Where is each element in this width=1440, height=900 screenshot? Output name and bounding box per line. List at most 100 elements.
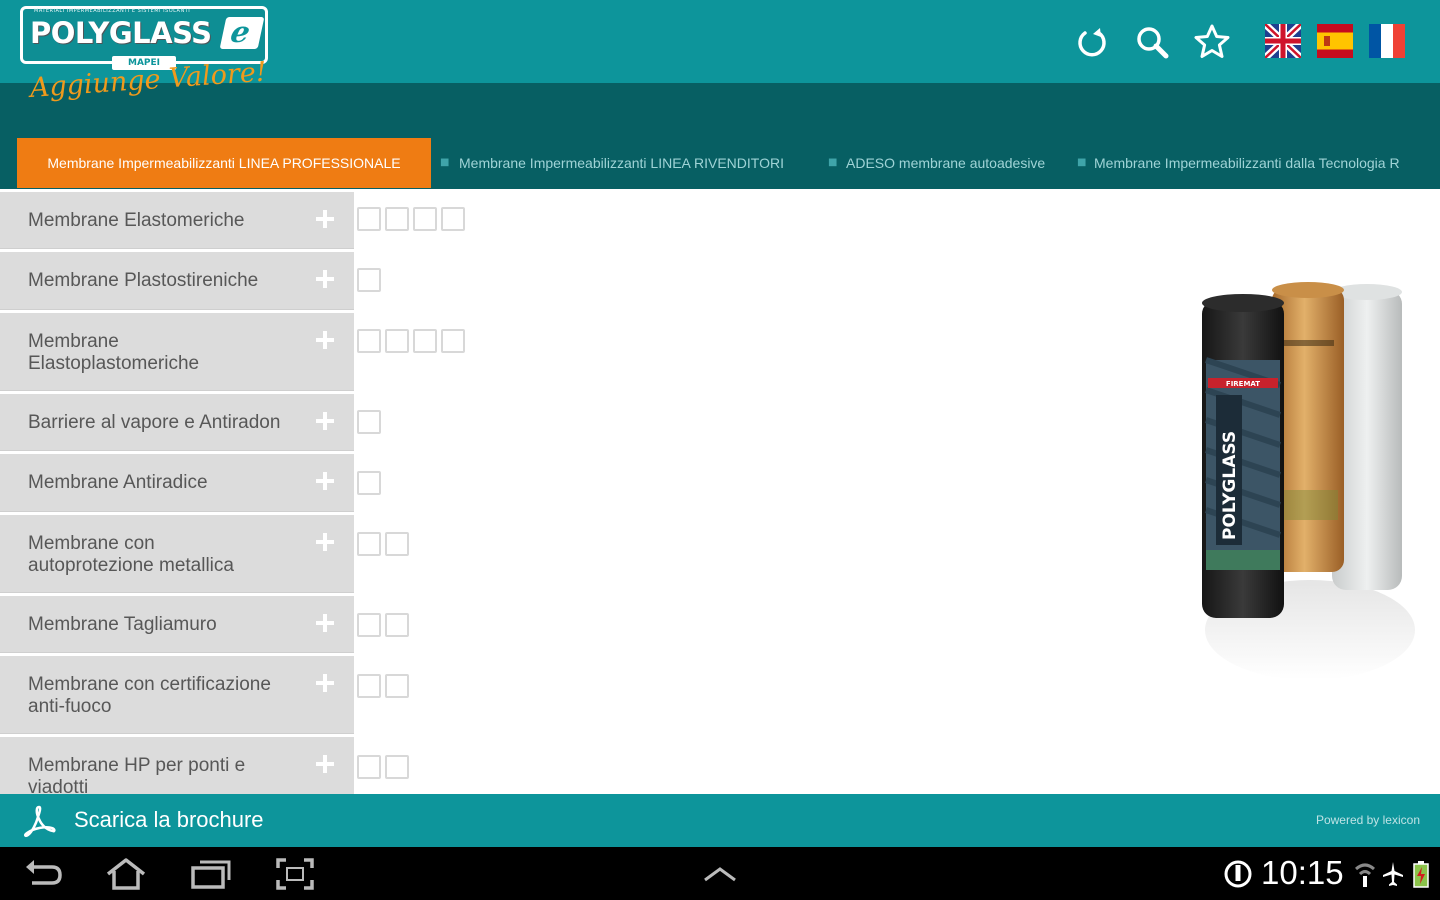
chevron-up-icon (704, 867, 736, 882)
mark-box (357, 613, 381, 637)
tab-separator: ■ (828, 157, 838, 168)
category-label: Membrane con certificazione anti-fuoco (28, 674, 271, 717)
mark-box (357, 755, 381, 779)
category-marks (357, 674, 409, 702)
wifi-signal-icon (1355, 863, 1375, 887)
powered-by-lexicon: Powered by lexicon (1315, 813, 1420, 827)
expand-plus-icon[interactable] (315, 209, 335, 229)
screenshot-icon (276, 858, 314, 890)
expand-plus-icon[interactable] (315, 532, 335, 552)
search-icon (1137, 27, 1169, 59)
logo-e-mark: e (219, 15, 265, 49)
category-label: Membrane HP per ponti e viadotti (28, 755, 246, 794)
battery-charging-icon (1413, 861, 1429, 888)
category-label: Membrane con autoprotezione metallica (28, 533, 234, 576)
expand-plus-icon[interactable] (315, 269, 335, 289)
mark-box (357, 329, 381, 353)
mark-box (385, 329, 409, 353)
expand-plus-icon[interactable] (315, 673, 335, 693)
category-list: Membrane Elastomeriche Membrane Plastost… (0, 189, 354, 794)
category-item[interactable]: Membrane Antiradice (0, 454, 354, 512)
expand-plus-icon[interactable] (315, 754, 335, 774)
back-icon (26, 860, 62, 885)
pdf-icon[interactable] (22, 804, 56, 838)
usb-debug-icon (1224, 860, 1252, 888)
system-navigation-bar: 10:15 (0, 847, 1440, 900)
category-label: Membrane Tagliamuro (28, 614, 217, 635)
category-marks (357, 471, 381, 499)
refresh-button[interactable] (1072, 22, 1112, 62)
back-button[interactable] (22, 857, 64, 891)
category-item[interactable]: Membrane HP per ponti e viadotti (0, 737, 354, 794)
mark-box (441, 207, 465, 231)
favorites-star-icon (1194, 24, 1230, 58)
product-rolls-image: FIREMAT POLYGLASS (1180, 270, 1420, 690)
tab-separator: ■ (440, 157, 450, 168)
screenshot-button[interactable] (274, 857, 316, 891)
category-label: Barriere al vapore e Antiradon (28, 412, 281, 433)
status-clock: 10:15 (1261, 854, 1344, 891)
expand-plus-icon[interactable] (315, 411, 335, 431)
refresh-icon (1078, 28, 1106, 57)
uk-flag-icon (1265, 24, 1301, 58)
category-item[interactable]: Membrane con autoprotezione metallica (0, 515, 354, 593)
download-brochure-link[interactable]: Scarica la brochure (74, 807, 264, 833)
recent-apps-icon (191, 860, 231, 889)
category-item[interactable]: Membrane Plastostireniche (0, 252, 354, 310)
category-item[interactable]: Membrane Elastoplastomeriche (0, 313, 354, 391)
category-label: Membrane Antiradice (28, 472, 208, 493)
category-tabs: Membrane Impermeabilizzanti LINEA PROFES… (0, 138, 1440, 189)
recent-apps-button[interactable] (190, 857, 232, 891)
mark-box (441, 329, 465, 353)
airplane-mode-icon (1383, 862, 1403, 886)
mark-box (357, 207, 381, 231)
app-drawer-handle[interactable] (699, 857, 741, 891)
category-marks (357, 329, 465, 357)
tab-tecnologia[interactable]: Membrane Impermeabilizzanti dalla Tecnol… (1094, 138, 1440, 188)
expand-plus-icon[interactable] (315, 471, 335, 491)
home-icon (106, 858, 146, 890)
category-marks (357, 755, 409, 783)
category-marks (357, 268, 381, 296)
logo-tagline: MATERIALI IMPERMEABILIZZANTI E SISTEMI I… (34, 8, 191, 14)
category-item[interactable]: Membrane con certificazione anti-fuoco (0, 656, 354, 734)
tab-linea-professionale[interactable]: Membrane Impermeabilizzanti LINEA PROFES… (17, 138, 431, 188)
category-label: Membrane Plastostireniche (28, 270, 259, 291)
category-marks (357, 613, 409, 641)
mark-box (357, 268, 381, 292)
category-marks (357, 410, 381, 438)
home-button[interactable] (105, 857, 147, 891)
mark-box (357, 674, 381, 698)
tab-linea-rivenditori[interactable]: Membrane Impermeabilizzanti LINEA RIVEND… (459, 138, 784, 188)
mark-box (357, 410, 381, 434)
brochure-bar: Scarica la brochure Powered by lexicon (0, 794, 1440, 847)
expand-plus-icon[interactable] (315, 613, 335, 633)
mark-box (413, 329, 437, 353)
svg-text:POLYGLASS: POLYGLASS (1220, 431, 1240, 540)
mark-box (385, 207, 409, 231)
mark-box (413, 207, 437, 231)
favorites-button[interactable] (1192, 22, 1232, 62)
category-item[interactable]: Membrane Elastomeriche (0, 192, 354, 249)
mark-box (385, 532, 409, 556)
spain-flag-icon (1317, 24, 1353, 58)
category-label: Membrane Elastoplastomeriche (28, 331, 200, 374)
mark-box (385, 755, 409, 779)
mark-box (385, 613, 409, 637)
category-label: Membrane Elastomeriche (28, 210, 245, 231)
logo-wordmark: POLYGLASS (30, 16, 212, 50)
tab-separator: ■ (1077, 157, 1087, 168)
category-marks (357, 207, 465, 235)
mark-box (357, 532, 381, 556)
mark-box (357, 471, 381, 495)
category-marks (357, 532, 409, 560)
tab-adeso[interactable]: ADESO membrane autoadesive (846, 138, 1045, 188)
language-french[interactable] (1369, 24, 1405, 58)
svg-text:FIREMAT: FIREMAT (1226, 380, 1260, 388)
language-english[interactable] (1265, 24, 1301, 58)
category-item[interactable]: Membrane Tagliamuro (0, 596, 354, 653)
category-item[interactable]: Barriere al vapore e Antiradon (0, 394, 354, 451)
language-spanish[interactable] (1317, 24, 1353, 58)
search-button[interactable] (1132, 22, 1172, 62)
expand-plus-icon[interactable] (315, 330, 335, 350)
